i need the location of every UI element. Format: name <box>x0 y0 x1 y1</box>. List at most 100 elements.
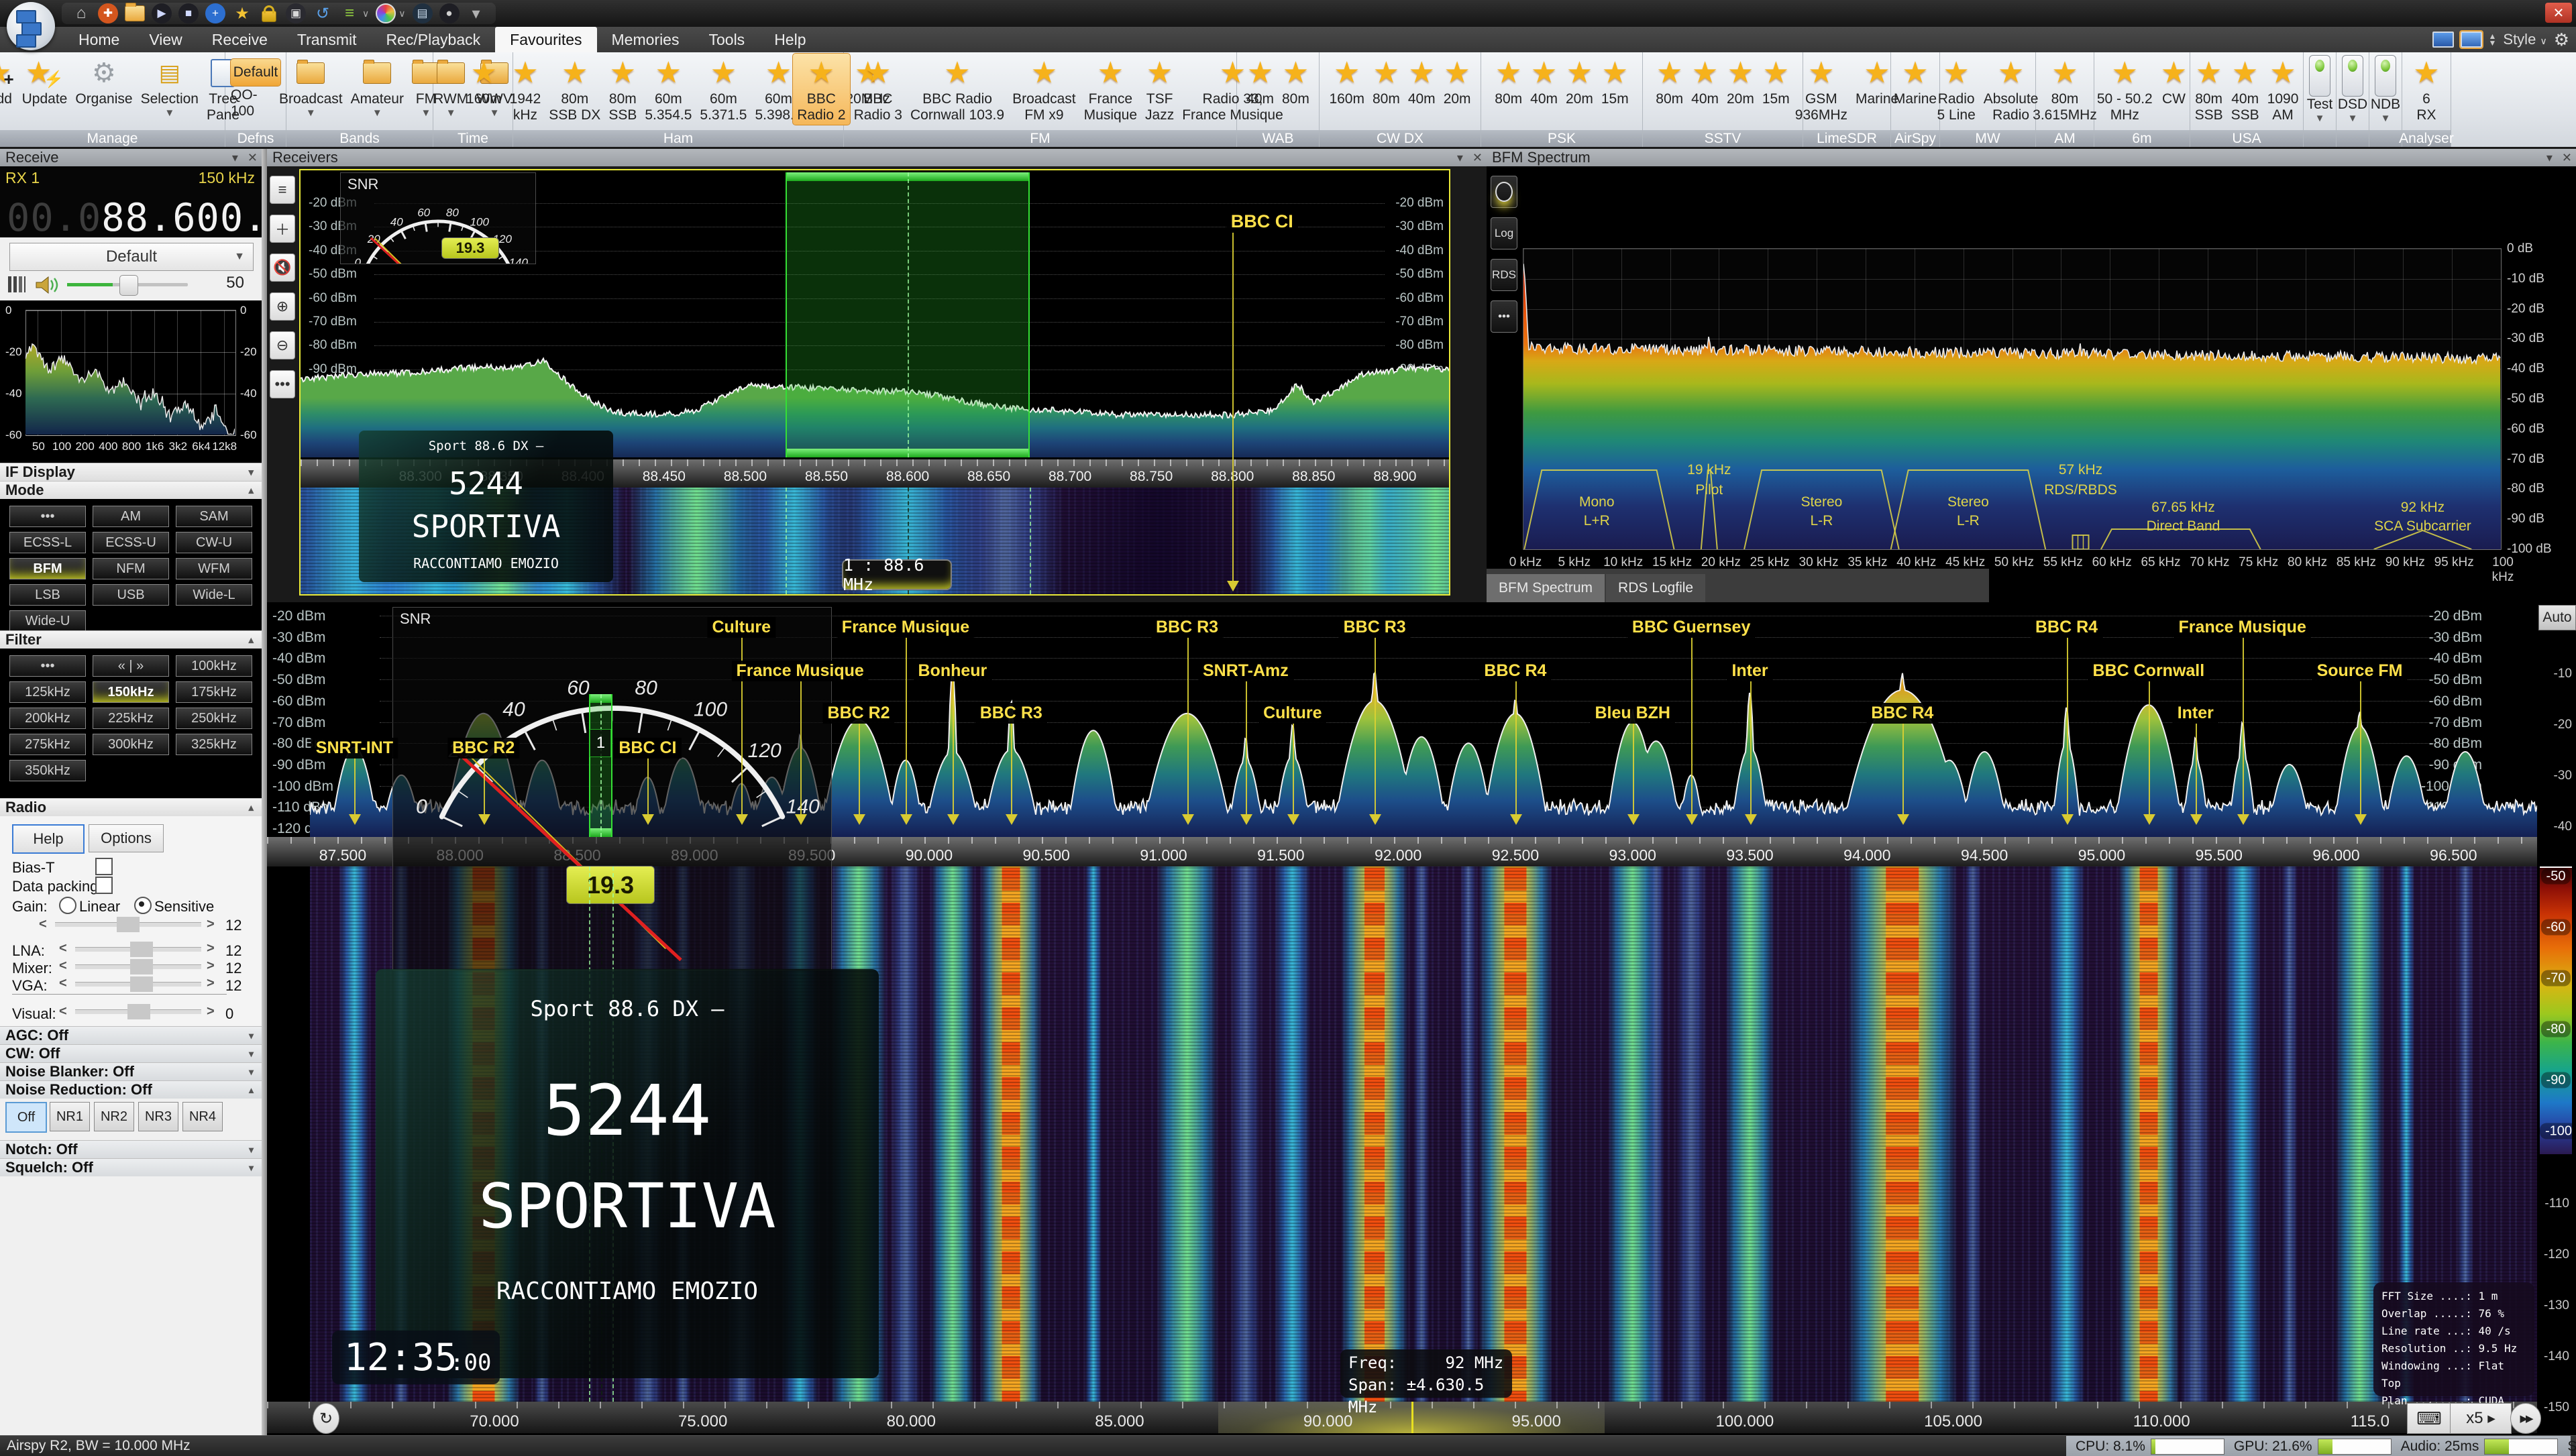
ribbon-item-bbc-radio-3[interactable]: ★BBCRadio 3 <box>850 54 906 125</box>
colours-icon[interactable] <box>376 3 396 23</box>
nr-off[interactable]: Off <box>5 1102 47 1133</box>
mute-icon[interactable]: 🔇 <box>270 254 295 282</box>
ribbon-item-15m[interactable]: ★15m <box>1758 54 1794 109</box>
panel-close-icon[interactable]: ✕ <box>2562 151 2572 165</box>
filter-300khz[interactable]: 300kHz <box>93 734 169 755</box>
tab-tools[interactable]: Tools <box>694 27 759 52</box>
equalizer-icon[interactable] <box>8 276 25 292</box>
bfm-tab-rds-logfile[interactable]: RDS Logfile <box>1606 574 1705 602</box>
filter-[interactable]: ••• <box>9 655 86 677</box>
filter-250khz[interactable]: 250kHz <box>176 708 252 729</box>
ribbon-item-gsm-936mhz[interactable]: ★GSM936MHz <box>1791 54 1851 125</box>
lna-slider[interactable] <box>75 947 201 952</box>
inc[interactable]: > <box>207 941 215 956</box>
mode-ecssl[interactable]: ECSS-L <box>9 532 86 553</box>
ribbon-item-60m-5-354-5[interactable]: ★60m5.354.5 <box>641 54 696 125</box>
station-label[interactable]: BBC CI <box>614 738 681 759</box>
station-label[interactable]: BBC R3 <box>1151 617 1223 638</box>
frequency-display[interactable]: RX 1 150 kHz 00.088.600.000 <box>0 166 262 237</box>
mode-cwu[interactable]: CW-U <box>176 532 252 553</box>
mixer-slider[interactable] <box>75 964 201 969</box>
ribbon-item-80m[interactable]: ★80m <box>1652 54 1687 109</box>
ribbon-item-80m[interactable]: ★80m <box>1368 54 1404 109</box>
preset-dropdown[interactable]: Default▼ <box>9 243 254 271</box>
tab-rec-playback[interactable]: Rec/Playback <box>372 27 496 52</box>
filter-350khz[interactable]: 350kHz <box>9 760 86 781</box>
mode-am[interactable]: AM <box>93 506 169 527</box>
monitor-2-icon[interactable] <box>2461 32 2482 48</box>
toggle-ndb[interactable]: NDB▼ <box>2367 54 2404 125</box>
bfm-tab-bfm-spectrum[interactable]: BFM Spectrum <box>1487 574 1605 602</box>
ribbon-item-amateur[interactable]: Amateur▼ <box>347 54 408 120</box>
log-button[interactable]: Log <box>1491 217 1517 249</box>
ribbon-item-radio-5-line[interactable]: ★Radio5 Line <box>1933 54 1980 125</box>
home-icon[interactable]: ⌂ <box>71 3 91 23</box>
qat-overflow-icon[interactable]: ▾ <box>466 3 486 23</box>
station-label[interactable]: BBC CI <box>1226 211 1298 233</box>
snapshot-icon[interactable]: ▣ <box>286 3 306 23</box>
inc[interactable]: > <box>207 958 215 974</box>
display-options-icon[interactable]: ≡ <box>339 3 360 23</box>
tab-view[interactable]: View <box>134 27 197 52</box>
record-stop-icon[interactable]: ● <box>439 3 460 23</box>
ribbon-item-40m[interactable]: ★40m <box>1687 54 1723 109</box>
ribbon-item-80m-3-615mhz[interactable]: ★80m3.615MHz <box>2029 54 2101 125</box>
station-label[interactable]: France Musique <box>837 617 974 638</box>
keyboard-button[interactable]: ⌨ <box>2407 1403 2451 1434</box>
data-packing-checkbox[interactable] <box>95 877 113 894</box>
panel-collapse-icon[interactable]: ▾ <box>232 151 238 165</box>
section-notch[interactable]: Notch: Off▾ <box>0 1140 262 1158</box>
help-button[interactable]: Help <box>12 824 85 854</box>
zoom-in-icon[interactable]: ⊕ <box>270 292 295 321</box>
rds-button[interactable]: RDS <box>1491 259 1517 291</box>
ribbon-item-60m-5-371-5[interactable]: ★60m5.371.5 <box>696 54 751 125</box>
gain-sensitive-radio[interactable] <box>134 897 152 914</box>
lock-icon[interactable] <box>259 3 279 23</box>
ribbon-item-broadcast[interactable]: Broadcast▼ <box>275 54 347 120</box>
station-label[interactable]: SNRT-INT <box>311 738 398 759</box>
ribbon-item-40m-ssb[interactable]: ★40mSSB <box>2227 54 2263 125</box>
gain-slider[interactable] <box>55 922 201 927</box>
section-noise-reduction[interactable]: Noise Reduction: Off▴ <box>0 1080 262 1099</box>
ribbon-spinner[interactable]: ▲▼ <box>2489 33 2497 46</box>
visual-dec[interactable]: < <box>59 1004 67 1019</box>
style-dropdown[interactable]: Style ∨ <box>2503 31 2546 48</box>
ribbon-item-add[interactable]: ★+Add <box>0 54 18 109</box>
dec[interactable]: < <box>59 976 67 991</box>
filter-275khz[interactable]: 275kHz <box>9 734 86 755</box>
section-cw[interactable]: CW: Off▾ <box>0 1044 262 1062</box>
ribbon-item-80m-ssb[interactable]: ★80mSSB <box>604 54 641 125</box>
station-label[interactable]: BBC Cornwall <box>2088 661 2210 681</box>
station-label[interactable]: Inter <box>1727 661 1772 681</box>
panel-collapse-icon[interactable]: ▾ <box>1457 151 1463 165</box>
zoom-out-icon[interactable]: ⊖ <box>270 331 295 359</box>
stop-icon[interactable]: ■ <box>178 3 199 23</box>
panel-close-icon[interactable]: ✕ <box>248 151 258 165</box>
more-icon[interactable]: ••• <box>1491 300 1517 333</box>
filter-100khz[interactable]: 100kHz <box>176 655 252 677</box>
ribbon-item-6-rx[interactable]: ★6RX <box>2409 54 2443 125</box>
ribbon-item-20m[interactable]: ★20m <box>1440 54 1475 109</box>
panel-close-icon[interactable]: ✕ <box>1472 151 1483 165</box>
toggle-test[interactable]: Test▼ <box>2303 54 2337 125</box>
station-label[interactable]: France Musique <box>2174 617 2311 638</box>
nr-nr2[interactable]: NR2 <box>94 1102 134 1131</box>
volume-slider-handle[interactable] <box>119 275 138 296</box>
if-display-header[interactable]: IF Display▾ <box>0 463 262 481</box>
station-label[interactable]: SNRT-Amz <box>1198 661 1293 681</box>
station-label[interactable]: France Musique <box>731 661 868 681</box>
mode-lsb[interactable]: LSB <box>9 584 86 606</box>
close-icon[interactable]: ✕ <box>2545 3 2572 23</box>
more-icon[interactable]: ••• <box>270 370 295 398</box>
dec[interactable]: < <box>59 958 67 974</box>
ribbon-item-80m-ssb[interactable]: ★80mSSB <box>2191 54 2227 125</box>
tab-memories[interactable]: Memories <box>597 27 694 52</box>
section-noise-blanker[interactable]: Noise Blanker: Off▾ <box>0 1062 262 1080</box>
ribbon-item-tsf-jazz[interactable]: ★TSFJazz <box>1141 54 1178 125</box>
gain-inc[interactable]: > <box>207 917 215 932</box>
monitor-1-icon[interactable] <box>2432 32 2454 48</box>
undo-icon[interactable]: ↺ <box>313 3 333 23</box>
auto-scale-button[interactable]: Auto <box>2538 605 2576 630</box>
filter-[interactable]: « | » <box>93 655 169 677</box>
visual-slider[interactable] <box>75 1009 201 1014</box>
